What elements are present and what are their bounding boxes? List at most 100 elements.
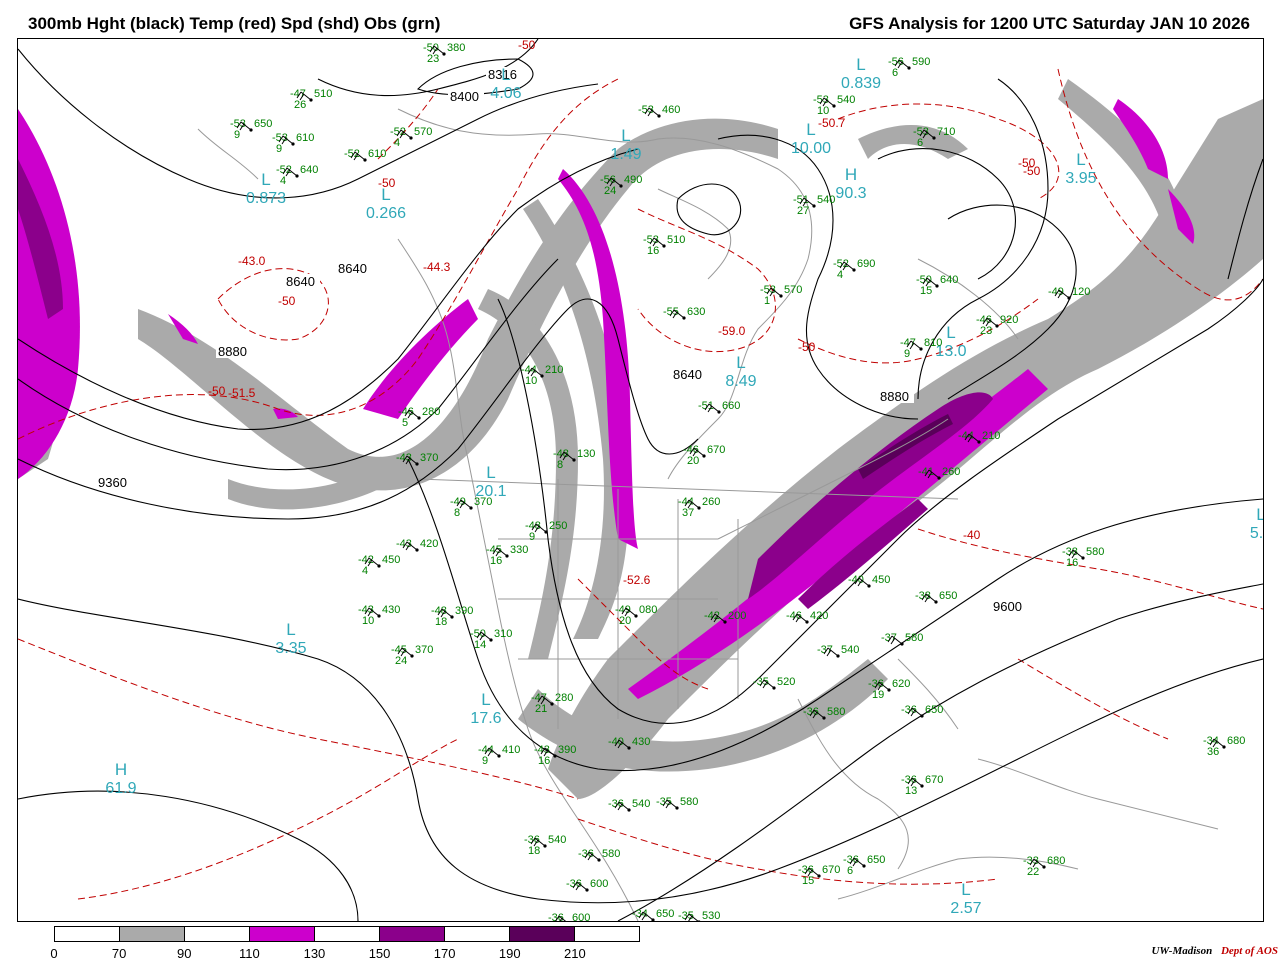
obs-dewpoint-depression: 10 — [362, 615, 374, 627]
obs-height: 370 — [420, 452, 438, 464]
pressure-center-value: 8.49 — [725, 373, 756, 390]
obs-height: 620 — [892, 678, 910, 690]
pressure-center-value: 10.00 — [791, 140, 831, 157]
obs-height: 420 — [420, 538, 438, 550]
map-title: 300mb Hght (black) Temp (red) Spd (shd) … — [28, 14, 441, 33]
pressure-center-value: 3.35 — [275, 640, 306, 657]
legend-tick: 150 — [368, 946, 391, 961]
obs-height: 650 — [867, 854, 885, 866]
temperature-contour-label: -44.3 — [423, 260, 451, 274]
obs-dewpoint-depression: 18 — [528, 845, 540, 857]
obs-height: 650 — [939, 590, 957, 602]
height-contour-label: 8640 — [673, 367, 702, 382]
temperature-contour-label: -50 — [518, 39, 536, 52]
obs-dewpoint-depression: 10 — [817, 105, 829, 117]
obs-height: 660 — [722, 400, 740, 412]
obs-height: 280 — [422, 406, 440, 418]
obs-height: 520 — [777, 676, 795, 688]
obs-height: 210 — [982, 430, 1000, 442]
obs-dewpoint-depression: 19 — [872, 689, 884, 701]
legend-swatch — [510, 927, 575, 941]
obs-dewpoint-depression: 6 — [892, 67, 898, 79]
temperature-contours — [18, 68, 1263, 900]
obs-height: 810 — [924, 337, 942, 349]
pressure-center-value: 90.3 — [835, 185, 866, 202]
pressure-center-letter: L — [481, 690, 490, 709]
height-contour-label: 8640 — [338, 261, 367, 276]
legend-tick: 90 — [176, 946, 192, 961]
obs-height: 690 — [857, 258, 875, 270]
obs-height: 080 — [639, 604, 657, 616]
obs-height: 330 — [510, 544, 528, 556]
height-contour-label: 8880 — [218, 344, 247, 359]
height-contour-label: 9600 — [993, 599, 1022, 614]
pressure-center-letter: H — [115, 760, 127, 779]
height-contour-label: 8880 — [880, 389, 909, 404]
obs-height: 540 — [817, 194, 835, 206]
temperature-contour-label: -50.7 — [818, 116, 846, 130]
obs-height: 310 — [494, 628, 512, 640]
weather-map: 8316 8400 8640 8640 8880 8640 8880 9360 9600 -50-… — [17, 38, 1264, 922]
legend-tick: 210 — [564, 946, 586, 961]
obs-height: 250 — [549, 520, 567, 532]
obs-height: 580 — [680, 796, 698, 808]
pressure-center-value: 0.873 — [246, 190, 286, 207]
pressure-center-letter: L — [501, 65, 510, 84]
temperature-contour-label: -59.0 — [718, 324, 746, 338]
obs-dewpoint-depression: 13 — [905, 785, 917, 797]
obs-height: 610 — [368, 148, 386, 160]
pressure-center-value: 1.49 — [610, 146, 641, 163]
obs-dewpoint-depression: 8 — [557, 459, 563, 471]
legend-tick: 110 — [238, 946, 260, 961]
obs-height: 710 — [937, 126, 955, 138]
obs-dewpoint-depression: 16 — [647, 245, 659, 257]
temperature-contour-label: -52.6 — [623, 573, 651, 587]
obs-height: 370 — [415, 644, 433, 656]
legend-tick: 130 — [303, 946, 326, 961]
obs-dewpoint-depression: 16 — [490, 555, 502, 567]
obs-height: 640 — [940, 274, 958, 286]
wind-speed-legend — [54, 926, 640, 942]
legend-tick: 70 — [111, 946, 127, 961]
temperature-contour-label: -50 — [798, 340, 816, 354]
obs-height: 120 — [1072, 286, 1090, 298]
temperature-contour-label: -51.5 — [228, 386, 256, 400]
obs-height: 670 — [925, 774, 943, 786]
obs-height: 210 — [545, 364, 563, 376]
obs-height: 610 — [296, 132, 314, 144]
obs-height: 430 — [382, 604, 400, 616]
obs-height: 540 — [837, 94, 855, 106]
obs-height: 540 — [841, 644, 859, 656]
obs-dewpoint-depression: 16 — [1066, 557, 1078, 569]
credit-dept: Dept of AOS — [1220, 945, 1278, 957]
legend-swatch — [55, 927, 120, 941]
obs-dewpoint-depression: 4 — [280, 175, 286, 187]
obs-dewpoint-depression: 15 — [920, 285, 932, 297]
pressure-center-value: 0.266 — [366, 205, 406, 222]
pressure-center-letter: L — [621, 126, 630, 145]
obs-dewpoint-depression: 36 — [1207, 746, 1219, 758]
obs-height: 600 — [572, 912, 590, 921]
obs-height: 650 — [656, 908, 674, 920]
obs-height: 670 — [822, 864, 840, 876]
obs-height: 650 — [254, 118, 272, 130]
obs-dewpoint-depression: 6 — [847, 865, 853, 877]
height-contour-label: 8400 — [450, 89, 479, 104]
obs-height: 370 — [474, 496, 492, 508]
pressure-center-value: 61.9 — [105, 780, 136, 797]
obs-height: 450 — [872, 574, 890, 586]
obs-dewpoint-depression: 4 — [394, 137, 400, 149]
temperature-contour-label: -40 — [963, 528, 981, 542]
pressure-center-letter: L — [1076, 150, 1085, 169]
height-contour-label: 8640 — [286, 274, 315, 289]
obs-height: 680 — [1047, 855, 1065, 867]
obs-dewpoint-depression: 15 — [802, 875, 814, 887]
obs-height: 680 — [1227, 735, 1245, 747]
legend-swatch — [185, 927, 250, 941]
obs-dewpoint-depression: 16 — [538, 755, 550, 767]
obs-dewpoint-depression: 4 — [362, 565, 368, 577]
obs-height: 530 — [702, 910, 720, 921]
legend-swatch — [575, 927, 639, 941]
obs-dewpoint-depression: 24 — [604, 185, 616, 197]
obs-height: 450 — [382, 554, 400, 566]
